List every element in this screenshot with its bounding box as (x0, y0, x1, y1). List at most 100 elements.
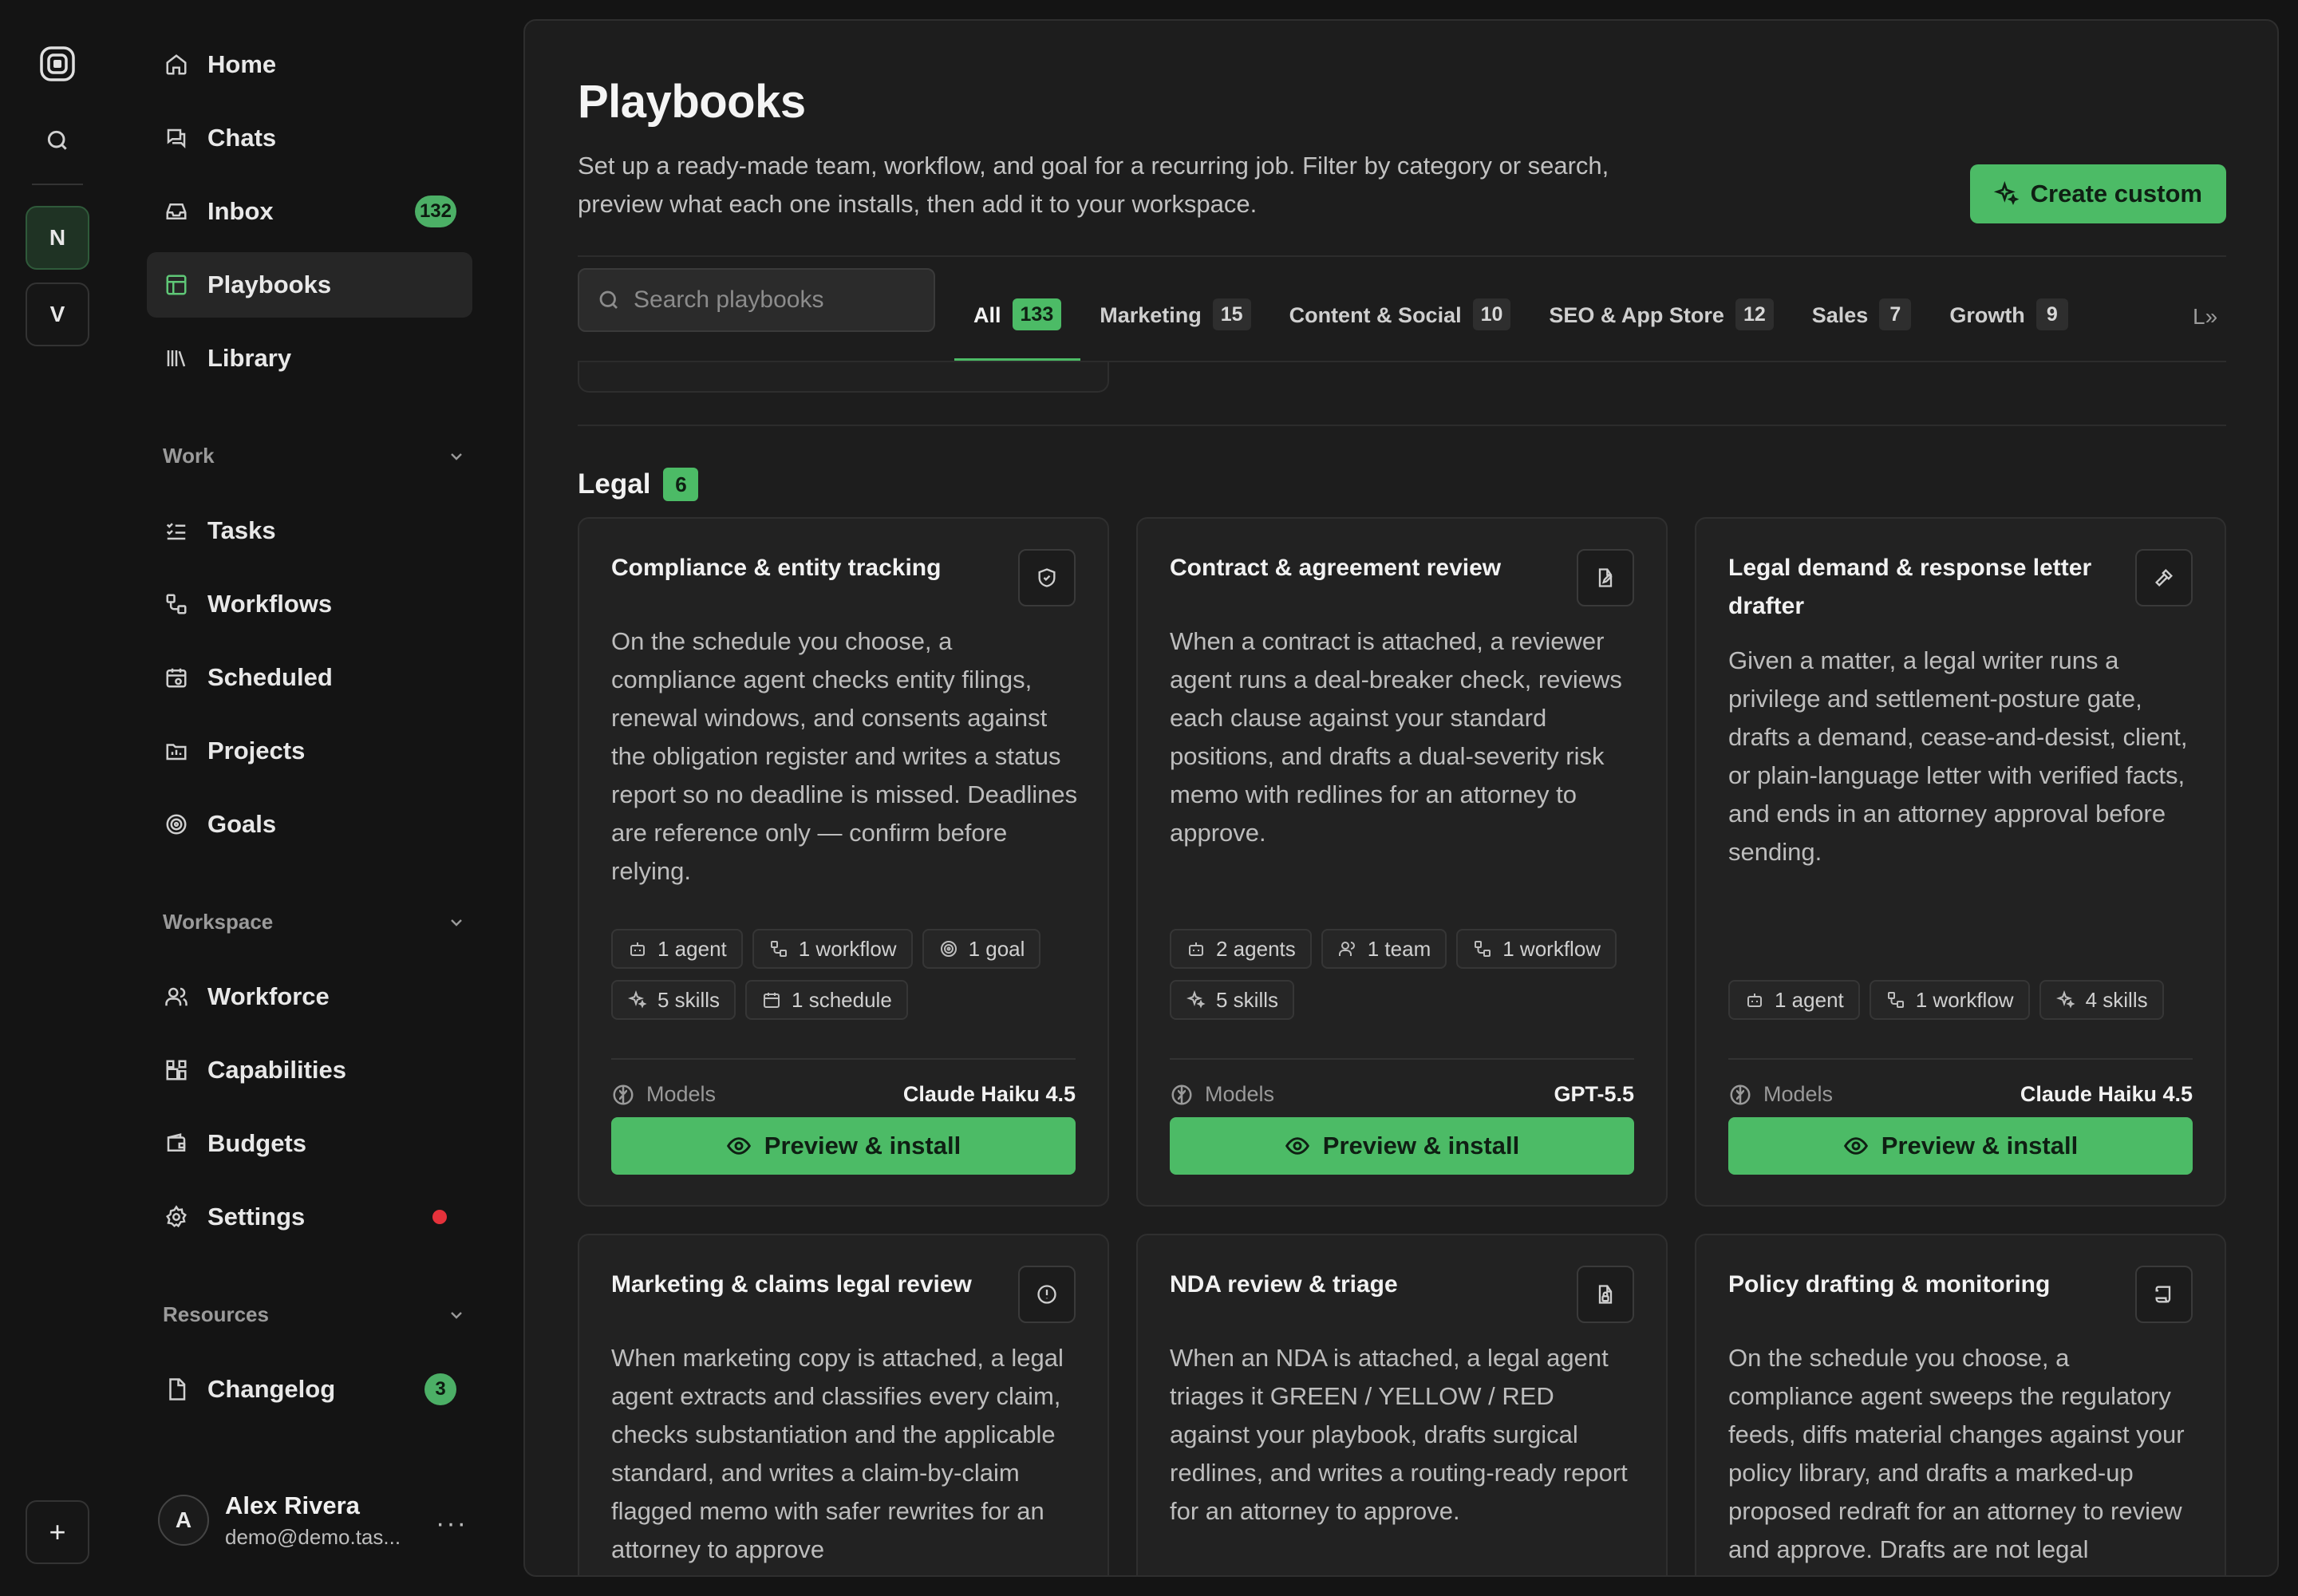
shield-icon (1018, 549, 1076, 606)
sidebar-item-inbox[interactable]: Inbox 132 (147, 179, 472, 244)
add-workspace-button[interactable]: + (26, 1500, 89, 1564)
sidebar-item-label: Inbox (207, 197, 274, 225)
sidebar-item-chats[interactable]: Chats (147, 105, 472, 171)
tab-growth[interactable]: Growth 9 (1930, 268, 2087, 361)
tabs-scroll-right-button[interactable]: L» (2193, 304, 2217, 330)
card-models-row: Models GPT-5.5 (1170, 1082, 1634, 1107)
toolbar-divider (578, 255, 2226, 257)
sidebar-item-goals[interactable]: Goals (147, 792, 472, 857)
sidebar-item-label: Capabilities (207, 1056, 346, 1084)
previous-card-edge (578, 362, 1109, 393)
chip-workflows: 1 workflow (1456, 929, 1617, 969)
chip-goals: 1 goal (922, 929, 1041, 969)
sidebar-item-capabilities[interactable]: Capabilities (147, 1037, 472, 1103)
chip-agents: 1 agent (611, 929, 743, 969)
inbox-icon (163, 198, 190, 225)
tab-sales[interactable]: Sales 7 (1793, 268, 1931, 361)
card-description: When marketing copy is attached, a legal… (611, 1344, 1064, 1563)
alert-circle-icon (1018, 1266, 1076, 1323)
section-toggle-workspace[interactable]: Workspace (163, 910, 466, 934)
tab-count: 9 (2035, 298, 2068, 330)
tab-marketing[interactable]: Marketing 15 (1080, 268, 1269, 361)
user-name: Alex Rivera (225, 1491, 360, 1519)
sidebar-item-playbooks[interactable]: Playbooks (147, 252, 472, 318)
bot-icon (627, 938, 648, 959)
sparkle-icon (1993, 181, 2020, 207)
eye-icon (1285, 1133, 1310, 1159)
target-icon (163, 811, 190, 838)
sidebar-item-settings[interactable]: Settings (147, 1184, 472, 1250)
preview-install-button[interactable]: Preview & install (1170, 1117, 1634, 1175)
playbook-card-contract[interactable]: Contract & agreement review When a contr… (1136, 517, 1668, 1207)
model-name: Claude Haiku 4.5 (2020, 1082, 2193, 1106)
users-icon (163, 983, 190, 1010)
sidebar-item-label: Scheduled (207, 663, 333, 691)
sidebar-item-scheduled[interactable]: Scheduled (147, 645, 472, 710)
category-tabs: All 133 Marketing 15 Content & Social 10… (954, 268, 2087, 361)
chip-schedules: 1 schedule (745, 980, 908, 1020)
sidebar-item-changelog[interactable]: Changelog 3 (147, 1357, 472, 1422)
tab-seo-app-store[interactable]: SEO & App Store 12 (1530, 268, 1792, 361)
card-title: NDA review & triage (1170, 1271, 1398, 1298)
search-placeholder: Search playbooks (634, 286, 824, 313)
bot-icon (1744, 990, 1765, 1010)
sidebar-item-home[interactable]: Home (147, 32, 472, 97)
tab-content-social[interactable]: Content & Social 10 (1270, 268, 1530, 361)
model-name: Claude Haiku 4.5 (902, 1082, 1076, 1106)
chip-skills: 4 skills (2039, 980, 2164, 1020)
preview-install-button[interactable]: Preview & install (1728, 1117, 2193, 1175)
library-icon (163, 345, 190, 372)
search-input[interactable]: Search playbooks (578, 268, 935, 332)
sidebar-item-label: Home (207, 50, 277, 78)
sidebar: Home Chats Inbox 132 Playbooks Library W… (147, 0, 474, 1596)
brain-icon (1728, 1083, 1752, 1107)
card-description: When a contract is attached, a reviewer … (1170, 627, 1622, 847)
file-icon (163, 1376, 190, 1403)
sparkle-icon (1186, 990, 1206, 1010)
blocks-icon (163, 1057, 190, 1084)
workspace-rail: N V + (0, 0, 115, 1596)
more-options-icon[interactable]: ··· (436, 1508, 468, 1539)
workspace-switch-v[interactable]: V (26, 282, 89, 346)
sidebar-item-workforce[interactable]: Workforce (147, 964, 472, 1029)
chip-skills: 5 skills (1170, 980, 1295, 1020)
card-divider (611, 1058, 1076, 1060)
sidebar-item-tasks[interactable]: Tasks (147, 498, 472, 563)
sidebar-item-label: Library (207, 344, 292, 372)
tab-count: 133 (1012, 298, 1062, 330)
page-title: Playbooks (578, 76, 806, 128)
card-models-row: Models Claude Haiku 4.5 (1728, 1082, 2193, 1107)
card-title: Contract & agreement review (1170, 555, 1502, 581)
preview-install-button[interactable]: Preview & install (611, 1117, 1076, 1175)
create-custom-button[interactable]: Create custom (1969, 164, 2226, 223)
card-description: On the schedule you choose, a compliance… (611, 627, 1078, 885)
playbook-card-marketing-claims[interactable]: Marketing & claims legal review When mar… (578, 1234, 1109, 1575)
card-divider (1170, 1058, 1634, 1060)
gear-icon (163, 1203, 190, 1231)
playbook-card-legal-demand[interactable]: Legal demand & response letter drafter G… (1695, 517, 2226, 1207)
user-profile[interactable]: A Alex Rivera demo@demo.tas... ··· (158, 1484, 477, 1556)
sparkle-icon (2055, 990, 2076, 1010)
playbook-card-nda[interactable]: NDA review & triage When an NDA is attac… (1136, 1234, 1668, 1575)
wallet-icon (163, 1130, 190, 1157)
playbook-card-compliance[interactable]: Compliance & entity tracking On the sche… (578, 517, 1109, 1207)
chip-agents: 2 agents (1170, 929, 1312, 969)
search-icon (597, 288, 621, 312)
card-description: When an NDA is attached, a legal agent t… (1170, 1344, 1628, 1525)
workspace-switch-n[interactable]: N (26, 206, 89, 270)
sidebar-item-workflows[interactable]: Workflows (147, 571, 472, 637)
tab-all[interactable]: All 133 (954, 268, 1081, 361)
chevron-down-icon (447, 1306, 466, 1325)
sidebar-item-budgets[interactable]: Budgets (147, 1111, 472, 1176)
tab-count: 15 (1212, 298, 1251, 330)
page-description: Set up a ready-made team, workflow, and … (578, 152, 1609, 218)
playbook-card-policy[interactable]: Policy drafting & monitoring On the sche… (1695, 1234, 2226, 1575)
sidebar-item-projects[interactable]: Projects (147, 718, 472, 784)
card-title: Policy drafting & monitoring (1728, 1271, 2051, 1298)
sidebar-item-library[interactable]: Library (147, 326, 472, 391)
tasks-icon (163, 517, 190, 544)
search-icon[interactable] (26, 109, 89, 172)
section-toggle-resources[interactable]: Resources (163, 1302, 466, 1327)
app-logo-icon[interactable] (26, 32, 89, 96)
section-toggle-work[interactable]: Work (163, 444, 466, 468)
